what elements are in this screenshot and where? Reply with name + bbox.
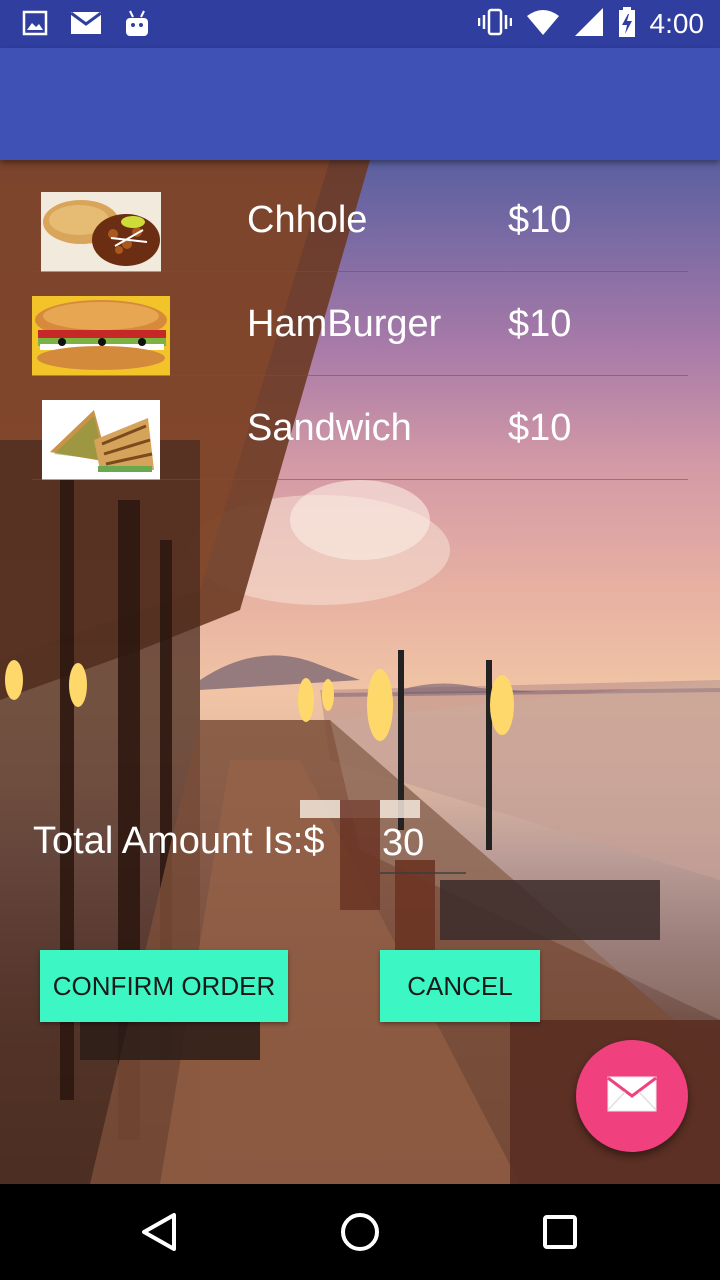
item-price: $10: [508, 407, 572, 449]
email-icon: [70, 10, 102, 42]
wifi-icon: [526, 8, 560, 40]
image-icon: [22, 10, 48, 42]
recents-icon: [536, 1215, 584, 1260]
cancel-button[interactable]: CANCEL: [380, 950, 540, 1022]
home-button[interactable]: [336, 1208, 384, 1256]
vibrate-icon: [477, 8, 512, 40]
divider: [32, 479, 688, 480]
total-amount-field[interactable]: 30: [380, 822, 466, 874]
email-fab-button[interactable]: [576, 1040, 688, 1152]
app-bar: [0, 48, 720, 160]
item-name: HamBurger: [247, 303, 442, 345]
sandwich-image: [42, 400, 160, 480]
menu-item-row[interactable]: HamBurger $10: [32, 272, 688, 376]
status-bar: 4:00: [0, 0, 720, 48]
menu-item-row[interactable]: Chhole $10: [32, 168, 688, 272]
item-name: Sandwich: [247, 407, 412, 449]
item-price: $10: [508, 303, 572, 345]
menu-item-row[interactable]: Sandwich $10: [32, 376, 688, 480]
item-name: Chhole: [247, 199, 368, 241]
email-icon: [607, 1076, 657, 1116]
signal-icon: [574, 7, 604, 41]
battery-charging-icon: [618, 7, 636, 41]
clock: 4:00: [649, 8, 705, 39]
recents-button[interactable]: [536, 1208, 584, 1256]
back-icon: [136, 1213, 184, 1260]
back-button[interactable]: [136, 1208, 184, 1256]
chhole-image: [41, 192, 161, 272]
confirm-order-button[interactable]: CONFIRM ORDER: [40, 950, 288, 1022]
hamburger-image: [32, 296, 170, 376]
home-icon: [336, 1213, 384, 1260]
total-label: Total Amount Is:$: [33, 820, 325, 862]
android-icon: [124, 10, 150, 42]
item-price: $10: [508, 199, 572, 241]
navigation-bar: [0, 1184, 720, 1280]
main-content: Chhole $10 HamBurger $10 Sandwich $10 To…: [0, 160, 720, 1184]
